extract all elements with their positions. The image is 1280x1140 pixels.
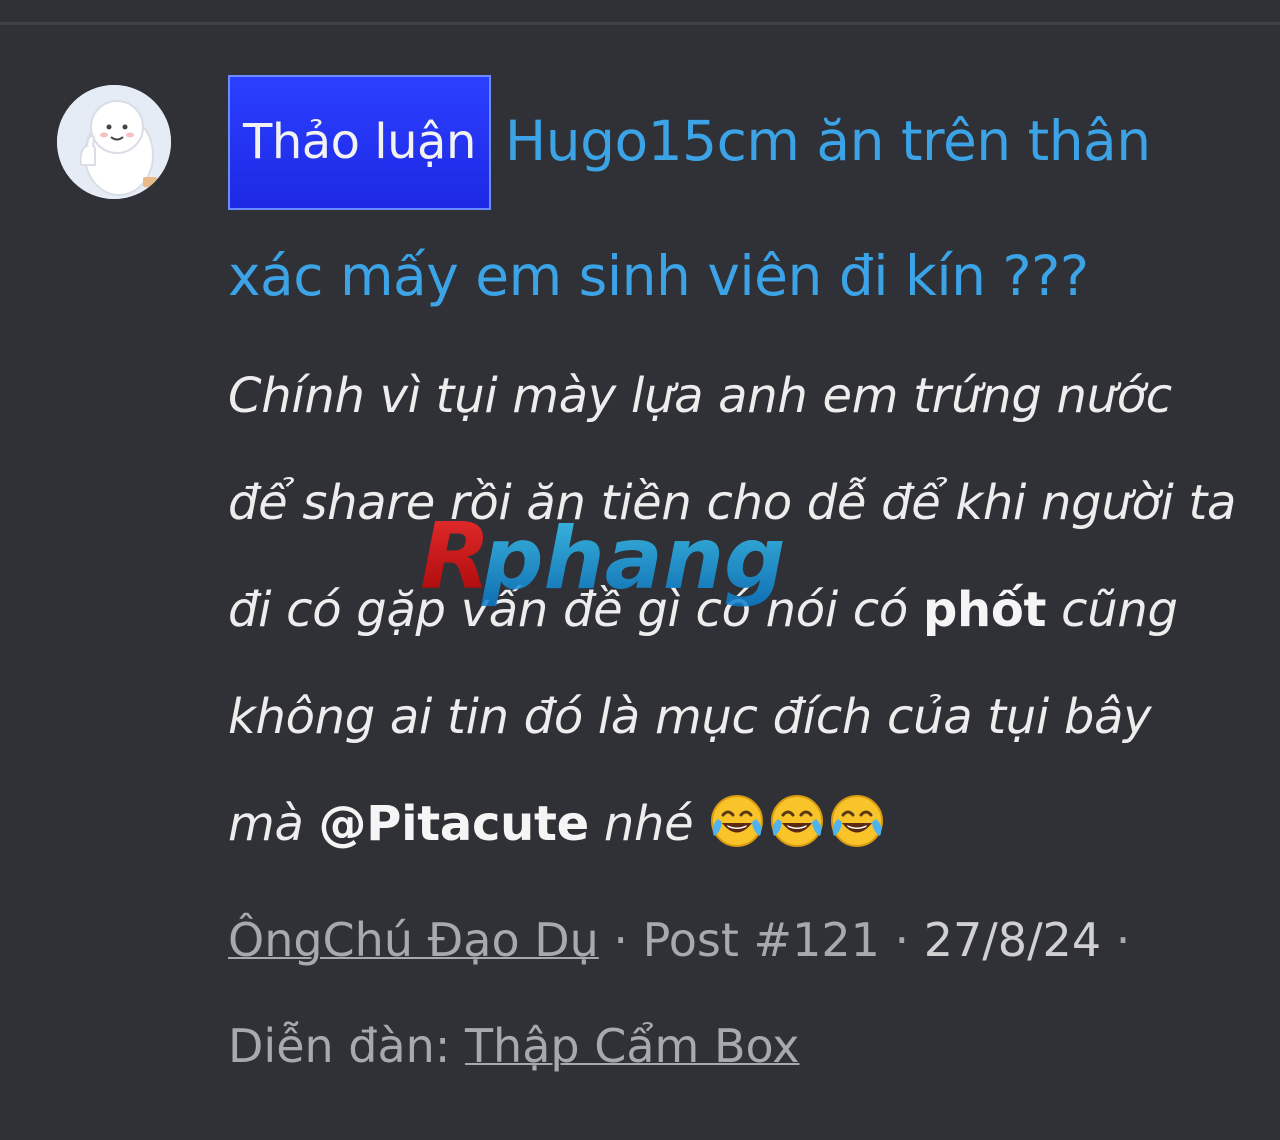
forum-info: Diễn đàn: Thập Cẩm Box xyxy=(228,1016,799,1076)
meta-separator-trailing: · xyxy=(1101,913,1131,967)
user-mention-link[interactable]: @Pitacute xyxy=(319,796,590,852)
post-body: Chính vì tụi mày lựa anh em trứng nước đ… xyxy=(228,343,1238,878)
face-with-tears-of-joy-icon xyxy=(831,795,884,847)
avatar-image xyxy=(57,85,171,199)
forum-label: Diễn đàn: xyxy=(228,1019,465,1073)
meta-separator: · xyxy=(598,913,643,967)
top-divider xyxy=(0,22,1280,25)
emoji-group xyxy=(708,795,888,852)
author-link[interactable]: ÔngChú Đạo Dụ xyxy=(228,913,599,967)
avatar[interactable] xyxy=(57,85,171,199)
post-bold-word: phốt xyxy=(922,582,1047,638)
post-meta: ÔngChú Đạo Dụ · Post #121 · 27/8/24 · xyxy=(228,910,1130,970)
thread-prefix-badge[interactable]: Thảo luận xyxy=(228,75,491,210)
thread-title[interactable]: Thảo luận Hugo15cm ăn trên thân xác mấy e… xyxy=(228,75,1228,342)
post-number[interactable]: Post #121 xyxy=(643,913,880,967)
face-with-tears-of-joy-icon xyxy=(771,795,824,847)
forum-link[interactable]: Thập Cẩm Box xyxy=(465,1019,800,1073)
face-with-tears-of-joy-icon xyxy=(711,795,764,847)
post-text-end: nhé xyxy=(588,796,694,852)
post-date: 27/8/24 xyxy=(923,913,1102,967)
meta-separator: · xyxy=(879,913,924,967)
